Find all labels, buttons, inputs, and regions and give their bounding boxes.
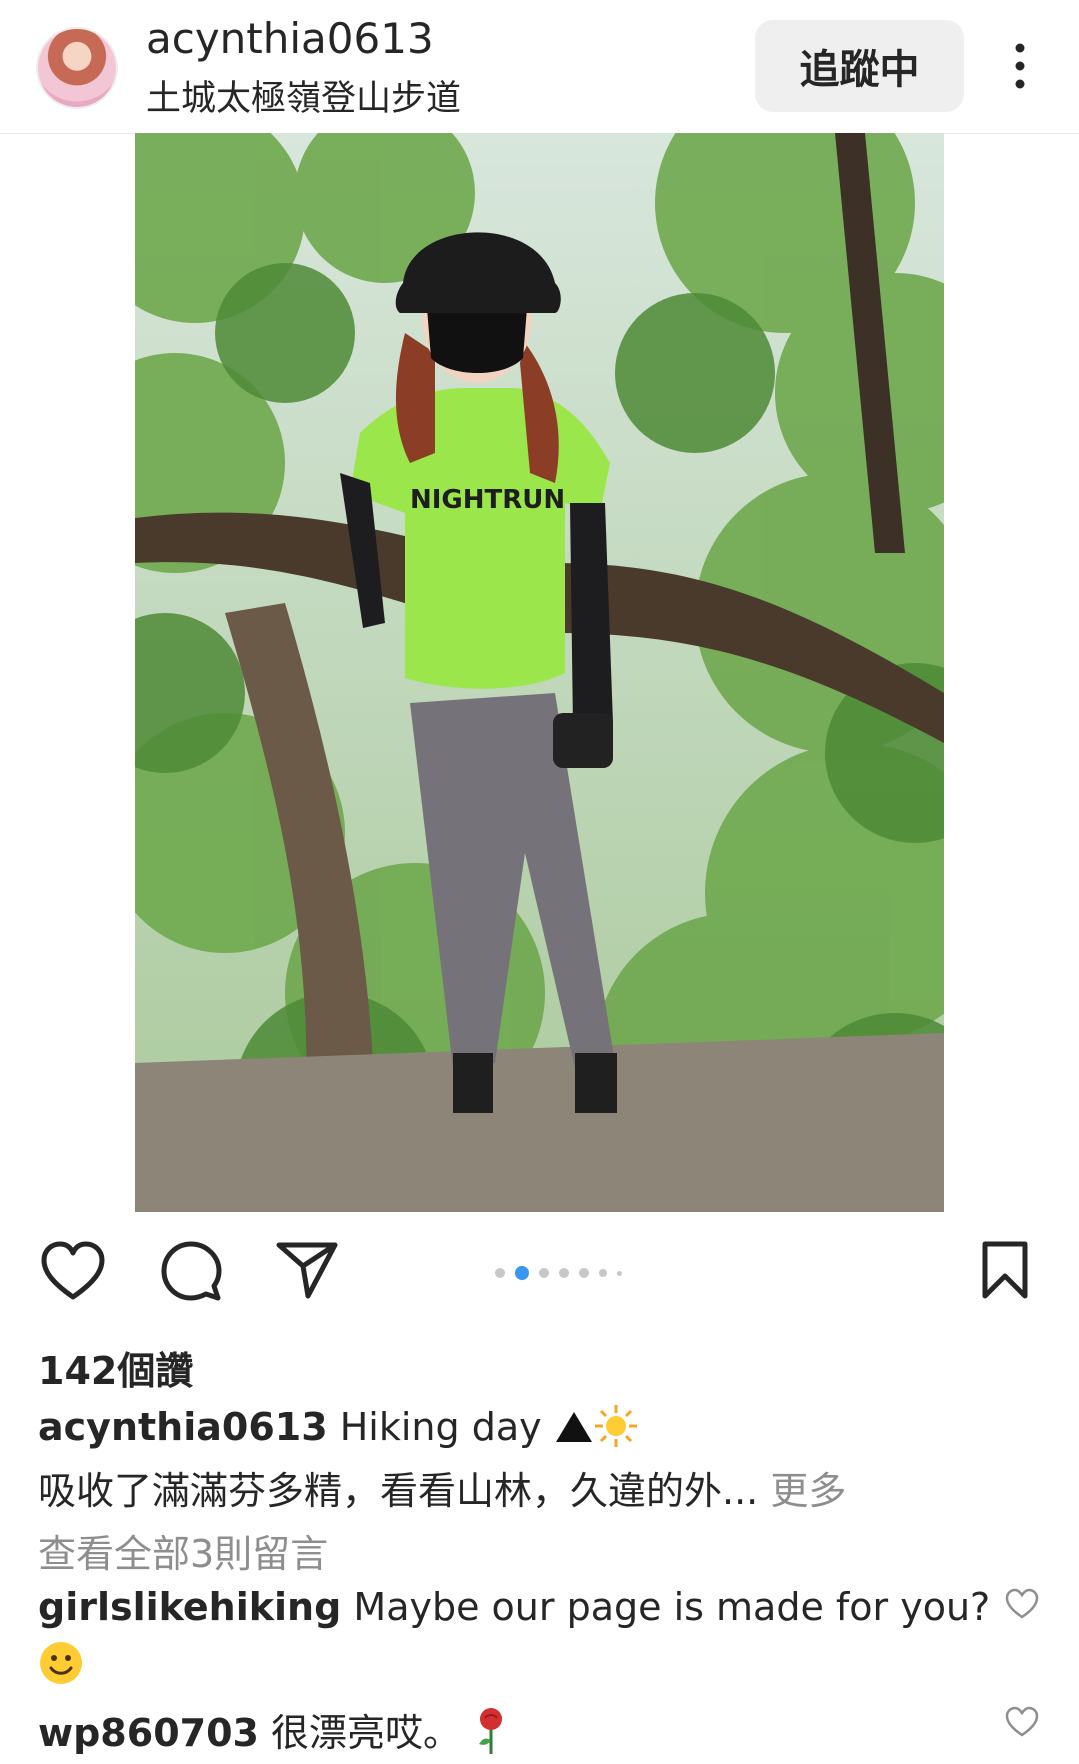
caption-line-2: 吸收了滿滿芬多精，看看山林，久違的外... 更多: [38, 1460, 846, 1515]
caption-more-link[interactable]: 更多: [770, 1469, 846, 1513]
carousel-dot: [599, 1269, 607, 1277]
carousel-dot: [559, 1268, 569, 1278]
carousel-dot: [515, 1266, 529, 1280]
share-icon[interactable]: [275, 1240, 339, 1300]
carousel-dot: [539, 1268, 549, 1278]
comment-like-icon[interactable]: [1005, 1706, 1039, 1738]
carousel-dot: [617, 1270, 622, 1276]
comment-icon[interactable]: [160, 1240, 222, 1302]
post-photo[interactable]: NIGHTRUN: [135, 133, 944, 1212]
comment-like-icon[interactable]: [1005, 1588, 1039, 1620]
sun-icon: [594, 1405, 637, 1447]
comment-username[interactable]: wp860703: [38, 1711, 259, 1755]
comment-row: wp860703 很漂亮哎。: [38, 1702, 509, 1757]
smile-icon: [40, 1642, 82, 1684]
comment-username[interactable]: girlslikehiking: [38, 1585, 341, 1629]
heart-icon[interactable]: [40, 1240, 106, 1302]
caption-text: Hiking day: [339, 1405, 542, 1449]
caption-line-1: acynthia0613 Hiking day: [38, 1404, 638, 1449]
carousel-indicator: [490, 1265, 627, 1281]
bookmark-icon[interactable]: [980, 1240, 1030, 1300]
comment-row: girlslikehiking Maybe our page is made f…: [38, 1585, 990, 1629]
header-location[interactable]: 土城太極嶺登山步道: [146, 70, 461, 121]
caption-username[interactable]: acynthia0613: [38, 1405, 328, 1449]
view-all-comments-link[interactable]: 查看全部3則留言: [38, 1523, 328, 1578]
comment-text: Maybe our page is made for you?: [353, 1585, 991, 1629]
avatar[interactable]: [36, 27, 118, 109]
post-header: acynthia0613 土城太極嶺登山步道 追蹤中: [0, 0, 1079, 134]
header-username[interactable]: acynthia0613: [146, 14, 434, 63]
carousel-dot: [495, 1268, 505, 1278]
more-vertical-icon[interactable]: [1000, 40, 1040, 92]
carousel-dot: [579, 1268, 589, 1278]
shirt-text: NIGHTRUN: [410, 485, 565, 515]
likes-count[interactable]: 142個讚: [38, 1340, 193, 1395]
caption-line2-text: 吸收了滿滿芬多精，看看山林，久違的外...: [38, 1469, 759, 1513]
rose-icon: [479, 1708, 503, 1754]
comment-text: 很漂亮哎。: [271, 1711, 462, 1755]
mountain-icon: [555, 1412, 592, 1442]
following-button[interactable]: 追蹤中: [755, 20, 964, 112]
